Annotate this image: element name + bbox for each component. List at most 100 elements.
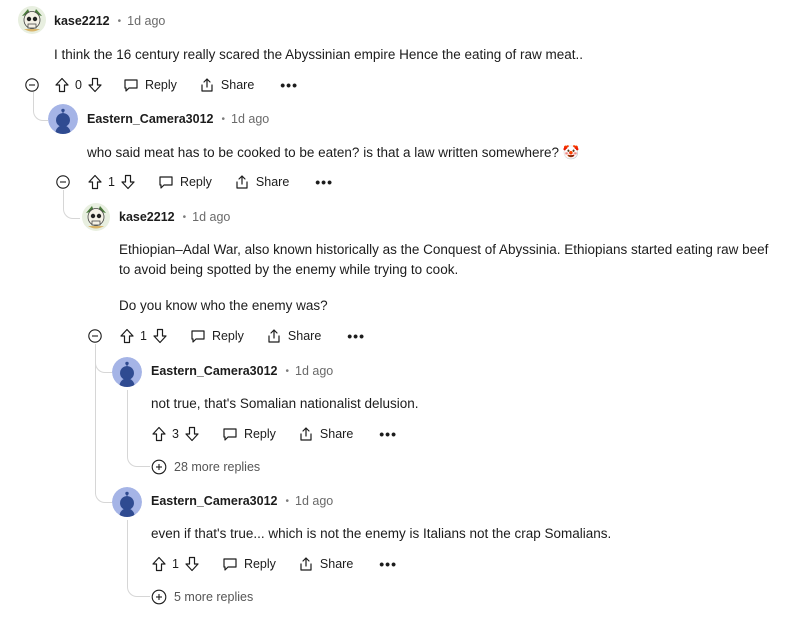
skull-avatar-icon (82, 203, 110, 231)
separator-dot: • (221, 113, 225, 125)
comment-meta: kase2212 • 1d ago (54, 14, 165, 28)
timestamp[interactable]: 1d ago (192, 210, 230, 224)
separator-dot: • (285, 495, 289, 507)
more-options-button[interactable]: ••• (347, 328, 365, 344)
upvote-icon[interactable] (54, 77, 70, 93)
share-label: Share (319, 427, 354, 441)
reply-label: Reply (211, 329, 244, 343)
comment-actions: 0 Reply Share ••• (54, 73, 298, 97)
downvote-icon[interactable] (87, 77, 103, 93)
thread-curve (127, 520, 150, 597)
upvote-icon[interactable] (151, 556, 167, 572)
comment-bubble-icon (223, 428, 237, 441)
share-button[interactable]: Share (266, 328, 321, 344)
more-options-button[interactable]: ••• (379, 426, 397, 442)
share-label: Share (220, 78, 255, 92)
vote-count: 1 (140, 329, 147, 343)
reply-label: Reply (179, 175, 212, 189)
thread-curve (127, 390, 150, 467)
comment-meta: Eastern_Camera3012 • 1d ago (151, 494, 333, 508)
plus-circle-icon (151, 589, 167, 605)
snoo-avatar-icon (48, 104, 78, 134)
username[interactable]: kase2212 (54, 14, 110, 28)
collapse-thread-button[interactable] (56, 175, 70, 189)
thread-curve (33, 98, 48, 121)
timestamp[interactable]: 1d ago (231, 112, 269, 126)
timestamp[interactable]: 1d ago (295, 364, 333, 378)
comment-text-paragraph: Do you know who the enemy was? (119, 298, 328, 313)
more-replies-link[interactable]: 28 more replies (151, 459, 260, 475)
thread-curve (63, 196, 80, 219)
more-options-button[interactable]: ••• (280, 77, 298, 93)
downvote-icon[interactable] (184, 426, 200, 442)
minus-circle-icon (88, 329, 102, 343)
timestamp[interactable]: 1d ago (127, 14, 165, 28)
comment-text: not true, that's Somalian nationalist de… (151, 396, 419, 411)
upvote-icon[interactable] (151, 426, 167, 442)
avatar[interactable] (82, 203, 110, 231)
username[interactable]: Eastern_Camera3012 (151, 494, 277, 508)
vote-count: 0 (75, 78, 82, 92)
collapse-thread-button[interactable] (88, 329, 102, 343)
comment-actions: 1 Reply Share ••• (119, 324, 365, 348)
plus-circle-icon (151, 459, 167, 475)
more-options-button[interactable]: ••• (315, 174, 333, 190)
more-options-button[interactable]: ••• (379, 556, 397, 572)
reply-label: Reply (243, 427, 276, 441)
reply-label: Reply (144, 78, 177, 92)
minus-circle-icon (56, 175, 70, 189)
comment-text-content: who said meat has to be cooked to be eat… (87, 145, 560, 160)
username[interactable]: kase2212 (119, 210, 175, 224)
comment-bubble-icon (124, 79, 138, 92)
share-button[interactable]: Share (234, 174, 289, 190)
comment-text: who said meat has to be cooked to be eat… (87, 143, 580, 163)
avatar[interactable] (48, 104, 78, 134)
downvote-icon[interactable] (184, 556, 200, 572)
reply-button[interactable]: Reply (123, 77, 177, 93)
thread-curve (95, 480, 112, 503)
upvote-icon[interactable] (87, 174, 103, 190)
share-label: Share (255, 175, 290, 189)
thread-curve (95, 350, 112, 373)
upvote-icon[interactable] (119, 328, 135, 344)
username[interactable]: Eastern_Camera3012 (151, 364, 277, 378)
downvote-icon[interactable] (152, 328, 168, 344)
separator-dot: • (182, 211, 187, 223)
separator-dot: • (117, 15, 122, 27)
avatar[interactable] (18, 6, 46, 34)
username[interactable]: Eastern_Camera3012 (87, 112, 213, 126)
comment-meta: Eastern_Camera3012 • 1d ago (87, 112, 269, 126)
comment-text: I think the 16 century really scared the… (54, 47, 584, 62)
snoo-avatar-icon (112, 357, 142, 387)
more-replies-link[interactable]: 5 more replies (151, 589, 253, 605)
reply-button[interactable]: Reply (158, 174, 212, 190)
comment-actions: 1 Reply Share ••• (151, 552, 397, 576)
reply-label: Reply (243, 557, 276, 571)
comment-text: Ethiopian–Adal War, also known historica… (119, 242, 769, 277)
collapse-thread-button[interactable] (25, 78, 39, 92)
clown-emoji: 🤡 (562, 145, 580, 160)
share-button[interactable]: Share (298, 426, 353, 442)
avatar[interactable] (112, 357, 142, 387)
comment-meta: kase2212 • 1d ago (119, 210, 230, 224)
comment-bubble-icon (223, 558, 237, 571)
snoo-avatar-icon (112, 487, 142, 517)
downvote-icon[interactable] (120, 174, 136, 190)
comment-text: even if that's true... which is not the … (151, 526, 612, 541)
comment-bubble-icon (191, 330, 205, 343)
share-icon (300, 557, 312, 571)
share-icon (268, 329, 280, 343)
share-button[interactable]: Share (199, 77, 254, 93)
more-replies-label: 28 more replies (174, 460, 261, 474)
reply-button[interactable]: Reply (222, 556, 276, 572)
share-icon (300, 427, 312, 441)
share-button[interactable]: Share (298, 556, 353, 572)
comment-bubble-icon (159, 176, 173, 189)
reply-button[interactable]: Reply (222, 426, 276, 442)
more-replies-label: 5 more replies (174, 590, 254, 604)
share-label: Share (319, 557, 354, 571)
timestamp[interactable]: 1d ago (295, 494, 333, 508)
reply-button[interactable]: Reply (190, 328, 244, 344)
avatar[interactable] (112, 487, 142, 517)
minus-circle-icon (25, 78, 39, 92)
